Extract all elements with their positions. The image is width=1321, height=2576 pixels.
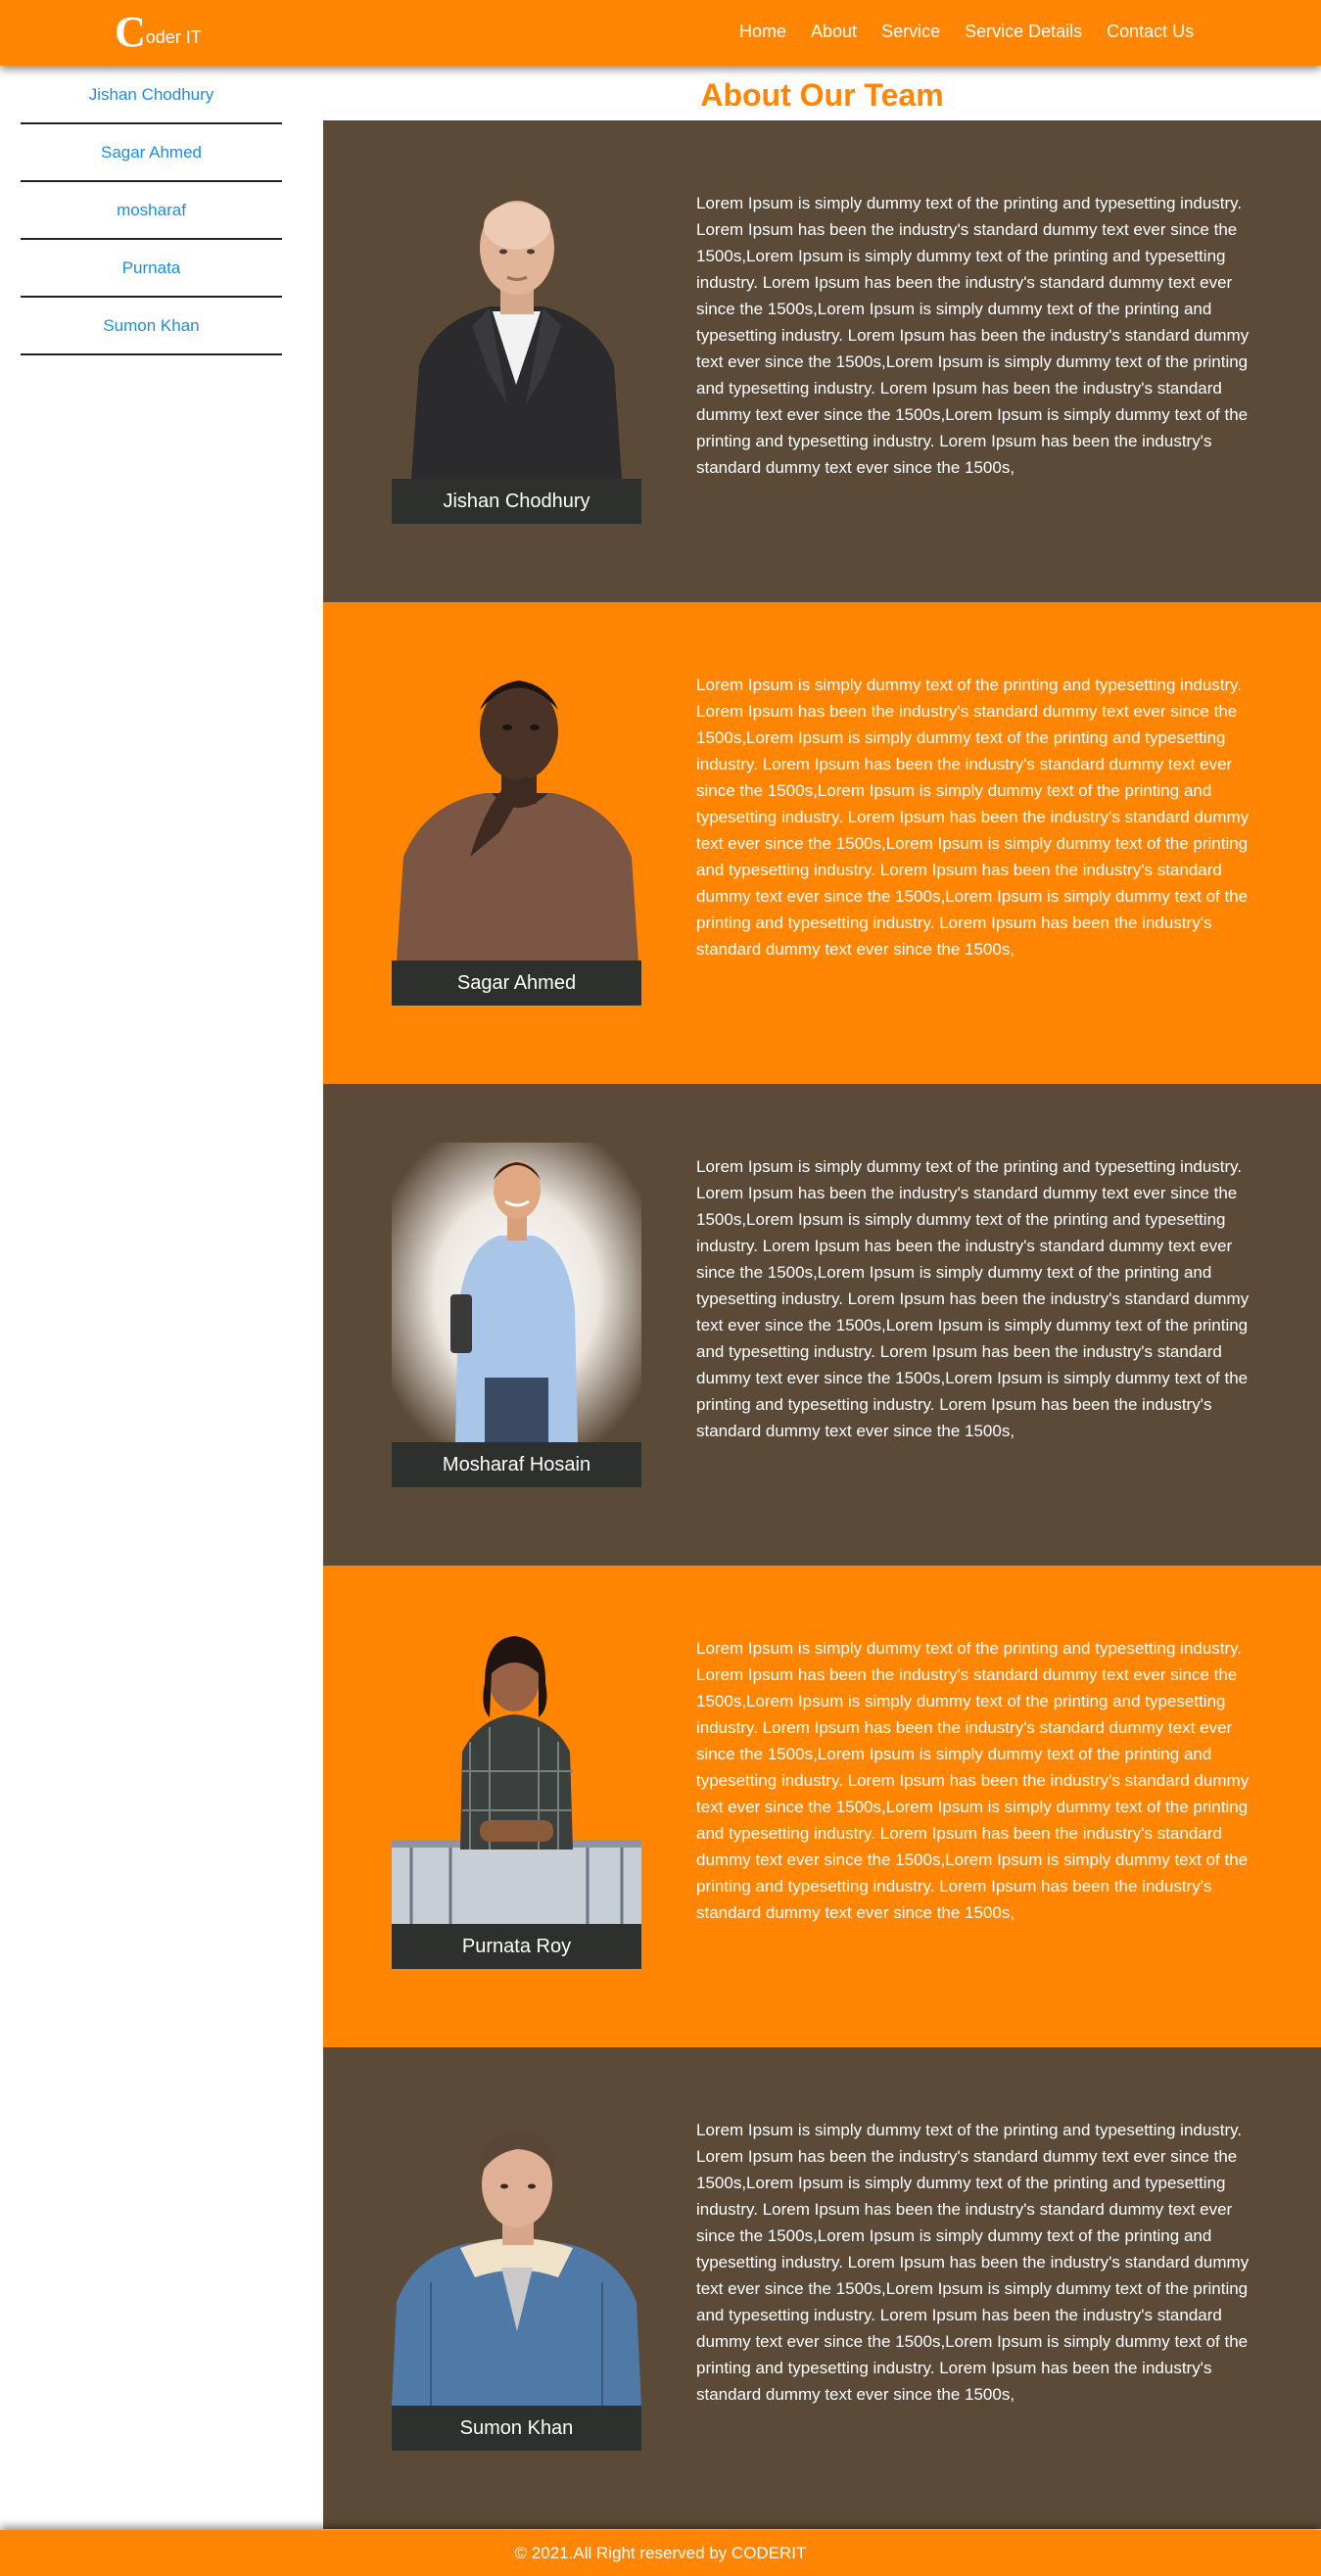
member-name: Sumon Khan: [392, 2406, 641, 2451]
main-nav: Home About Service Service Details Conta…: [739, 22, 1194, 42]
member-name: Mosharaf Hosain: [392, 1442, 641, 1487]
member-photo-card: Sumon Khan: [392, 2106, 641, 2451]
sidebar-item-mosharaf[interactable]: mosharaf: [21, 182, 282, 240]
nav-about-link[interactable]: About: [811, 22, 857, 42]
nav-service-details-link[interactable]: Service Details: [965, 22, 1082, 42]
member-name: Sagar Ahmed: [392, 960, 641, 1006]
page-title: About Our Team: [700, 77, 944, 113]
member-photo: [392, 1143, 641, 1442]
team-member-card: Jishan Chodhury Lorem Ipsum is simply du…: [323, 120, 1321, 602]
team-member-card: Mosharaf Hosain Lorem Ipsum is simply du…: [323, 1084, 1321, 1566]
logo-text: oder IT: [145, 27, 202, 47]
team-list: Jishan Chodhury Lorem Ipsum is simply du…: [323, 120, 1321, 2529]
sidebar-item-sumon[interactable]: Sumon Khan: [21, 298, 282, 355]
member-photo-card: Jishan Chodhury: [392, 179, 641, 524]
member-bio: Lorem Ipsum is simply dummy text of the …: [696, 2121, 1250, 2404]
member-photo: [392, 179, 641, 479]
member-photo: [392, 661, 641, 960]
brand-logo[interactable]: Coder IT: [115, 11, 202, 54]
member-bio: Lorem Ipsum is simply dummy text of the …: [696, 1157, 1250, 1440]
nav-service-link[interactable]: Service: [881, 22, 940, 42]
member-photo-card: Purnata Roy: [392, 1624, 641, 1969]
nav-contact-link[interactable]: Contact Us: [1107, 22, 1194, 42]
sidebar-item-sagar[interactable]: Sagar Ahmed: [21, 124, 282, 182]
team-member-card: Sagar Ahmed Lorem Ipsum is simply dummy …: [323, 602, 1321, 1084]
sidebar: Jishan Chodhury Sagar Ahmed mosharaf Pur…: [21, 67, 282, 355]
footer: © 2021.All Right reserved by CODERIT: [0, 2530, 1321, 2576]
member-bio: Lorem Ipsum is simply dummy text of the …: [696, 676, 1250, 959]
member-photo: [392, 2106, 641, 2406]
member-bio: Lorem Ipsum is simply dummy text of the …: [696, 1639, 1250, 1922]
sidebar-item-jishan[interactable]: Jishan Chodhury: [21, 67, 282, 124]
team-member-card: Purnata Roy Lorem Ipsum is simply dummy …: [323, 1566, 1321, 2047]
member-bio: Lorem Ipsum is simply dummy text of the …: [696, 194, 1250, 477]
nav-home-link[interactable]: Home: [739, 22, 786, 42]
member-photo-card: Mosharaf Hosain: [392, 1143, 641, 1487]
footer-copyright: © 2021.All Right reserved by CODERIT: [514, 2543, 807, 2562]
team-member-card: Sumon Khan Lorem Ipsum is simply dummy t…: [323, 2047, 1321, 2529]
member-photo: [392, 1624, 641, 1924]
sidebar-item-purnata[interactable]: Purnata: [21, 240, 282, 298]
member-name: Jishan Chodhury: [392, 479, 641, 524]
logo-initial: C: [115, 8, 146, 56]
top-navbar: Coder IT Home About Service Service Deta…: [0, 0, 1321, 66]
member-photo-card: Sagar Ahmed: [392, 661, 641, 1006]
member-name: Purnata Roy: [392, 1924, 641, 1969]
